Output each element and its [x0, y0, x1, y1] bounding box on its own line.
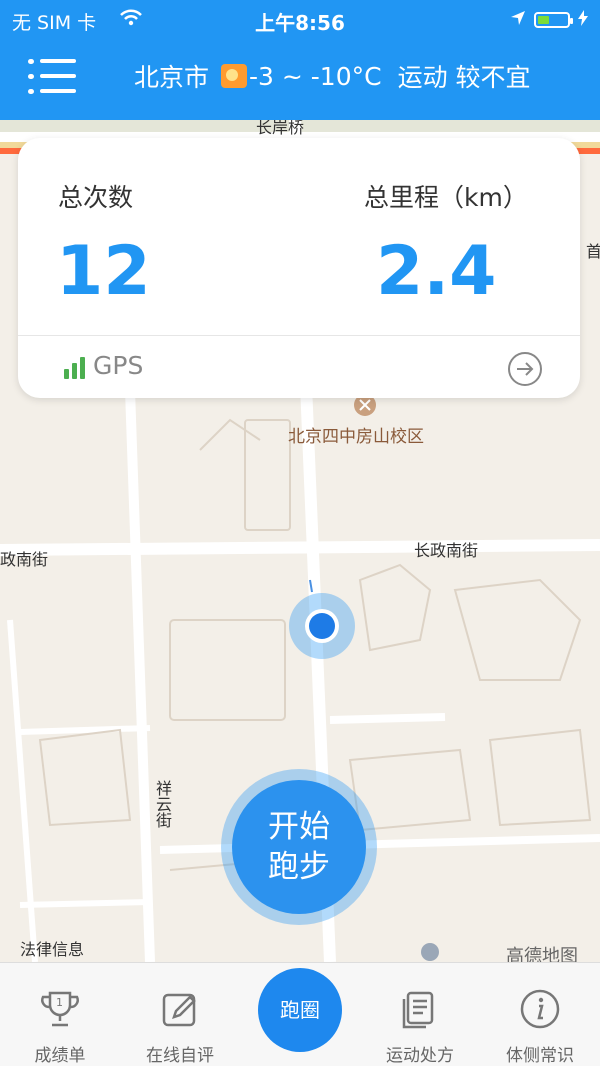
- battery-icon: [534, 12, 573, 28]
- map-watermark: 高德地图: [506, 946, 578, 962]
- total-runs-label: 总次数: [58, 183, 134, 212]
- weather-info: 北京市 -3 ~ -10°C 运动 较不宜: [134, 58, 531, 94]
- location-arrow-icon: [510, 9, 526, 31]
- city-label: 北京市: [134, 63, 210, 92]
- weather-icon: [221, 64, 248, 88]
- status-bar: 无 SIM 卡 上午8:56: [0, 0, 600, 38]
- temperature-label: -3 ~ -10°C: [249, 61, 382, 91]
- document-icon: [398, 987, 442, 1035]
- card-divider: [18, 335, 580, 336]
- tab-scores[interactable]: 1 成绩单: [10, 963, 110, 1066]
- edit-icon: [158, 987, 202, 1035]
- tab-fitness-knowledge-label: 体侧常识: [506, 1046, 574, 1066]
- map-label-edge: 首: [586, 242, 600, 261]
- menu-button[interactable]: [28, 56, 78, 96]
- tab-fitness-knowledge[interactable]: 体侧常识: [490, 963, 590, 1066]
- sport-advice-label: 运动 较不宜: [397, 63, 531, 92]
- map-label-street-vertical: 祥云街: [153, 780, 172, 828]
- start-run-button[interactable]: 开始 跑步: [232, 780, 366, 914]
- stats-card: 总次数 12 总里程（km） 2.4 GPS: [18, 138, 580, 398]
- status-icons: [510, 9, 588, 31]
- tab-self-assessment[interactable]: 在线自评: [130, 963, 230, 1066]
- total-distance-value: 2.4: [376, 232, 497, 311]
- map-label-street-right: 长政南街: [414, 541, 479, 560]
- map-label-bottom-left: 法律信息: [20, 940, 85, 959]
- current-location-marker: [289, 593, 355, 659]
- map-label-street-left: 政南街: [0, 550, 49, 569]
- arrow-right-icon: [517, 362, 534, 376]
- total-distance-label: 总里程（km）: [364, 183, 528, 212]
- map-label-top-street: 长岸桥: [256, 120, 305, 137]
- info-icon: [518, 987, 562, 1035]
- gps-status: GPS: [64, 353, 143, 379]
- start-run-line2: 跑步: [268, 849, 330, 885]
- tab-scores-label: 成绩单: [34, 1046, 86, 1066]
- history-arrow-button[interactable]: [508, 352, 542, 386]
- total-runs-value: 12: [56, 232, 151, 311]
- map-label-school: 北京四中房山校区: [288, 427, 424, 447]
- tab-run-circle-label: 跑圈: [280, 998, 320, 1022]
- trophy-icon: 1: [38, 987, 82, 1035]
- tab-self-assessment-label: 在线自评: [146, 1046, 214, 1066]
- start-run-halo: 开始 跑步: [221, 769, 377, 925]
- svg-text:1: 1: [56, 996, 63, 1009]
- gps-signal-icon: [64, 357, 85, 379]
- charging-icon: [578, 9, 588, 31]
- tab-run-circle[interactable]: 跑圈: [258, 968, 342, 1052]
- tab-exercise-prescription[interactable]: 运动处方: [370, 963, 470, 1066]
- gps-label: GPS: [93, 351, 144, 380]
- top-nav: 北京市 -3 ~ -10°C 运动 较不宜: [0, 38, 600, 120]
- tab-exercise-prescription-label: 运动处方: [386, 1046, 454, 1066]
- start-run-line1: 开始: [268, 809, 330, 845]
